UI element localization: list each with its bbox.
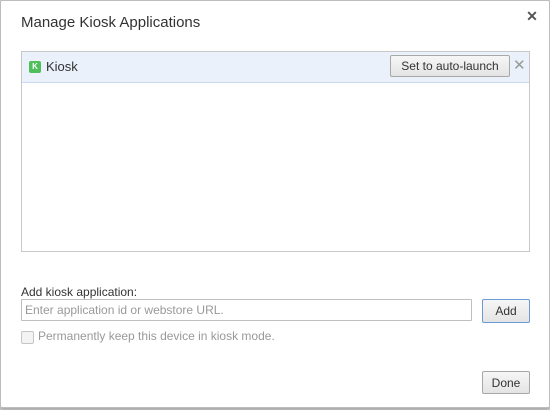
add-app-label: Add kiosk application:	[21, 285, 138, 299]
kiosk-app-icon: K	[29, 61, 41, 73]
keep-kiosk-label: Permanently keep this device in kiosk mo…	[38, 329, 275, 343]
add-button[interactable]: Add	[482, 299, 530, 323]
set-auto-launch-button[interactable]: Set to auto-launch	[390, 55, 510, 77]
manage-kiosk-dialog: Manage Kiosk Applications ✕ K Kiosk Set …	[0, 0, 550, 408]
close-icon[interactable]: ✕	[525, 9, 539, 23]
kiosk-app-list: K Kiosk Set to auto-launch ✕	[21, 51, 530, 252]
app-id-input[interactable]	[21, 299, 472, 321]
done-button[interactable]: Done	[482, 371, 530, 394]
app-name: Kiosk	[46, 59, 78, 74]
dialog-title: Manage Kiosk Applications	[21, 14, 201, 31]
remove-icon[interactable]: ✕	[513, 58, 526, 73]
app-row-kiosk[interactable]: K Kiosk Set to auto-launch ✕	[22, 52, 529, 83]
keep-kiosk-checkbox[interactable]	[21, 331, 34, 344]
